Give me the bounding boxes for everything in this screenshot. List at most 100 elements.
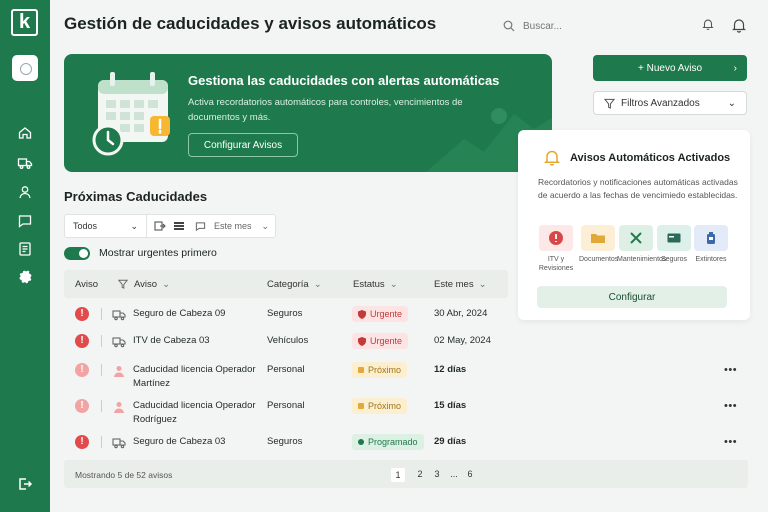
truck-icon[interactable] [17,155,33,171]
app-logo[interactable]: k [11,9,38,36]
row-name: Caducidad licencia Operador [133,400,256,411]
logout-icon[interactable] [17,476,33,492]
category-label: ITV y Revisiones [538,256,574,272]
table-footer: Mostrando 5 de 52 avisos 1 2 3... 6 [64,460,748,488]
row-date: 02 May, 2024 [434,335,491,346]
report-icon[interactable] [17,241,33,257]
header-status[interactable]: Estatus ⌄ [353,270,398,298]
chevron-down-icon: ⌄ [130,220,138,231]
chevron-down-icon: ⌄ [478,278,487,290]
month-filter-value: Este mes [214,221,252,231]
truck-icon [112,335,126,348]
sidebar: k [0,0,50,512]
truck-icon [112,308,126,321]
header-aviso[interactable]: Aviso [75,270,98,298]
configure-button[interactable]: Configurar [537,286,727,308]
hero-title: Gestiona las caducidades con alertas aut… [188,73,500,88]
search-input[interactable] [523,20,673,32]
row-name: Seguro de Cabeza 03 [133,436,226,447]
status-filter-select[interactable]: Todos ⌄ [65,215,147,237]
advanced-filters-button[interactable]: Filtros Avanzados ⌄ [593,91,747,115]
filter-icon [604,98,615,109]
calendar-clock-icon [92,72,170,156]
page-2[interactable]: 2 [413,469,427,479]
new-alert-label: + Nuevo Aviso [637,62,703,74]
page-title: Gestión de caducidades y avisos automáti… [64,14,437,33]
category-label: Mantenimientos [617,256,667,263]
chevron-right-icon: › [733,62,737,74]
home-icon[interactable] [17,125,33,141]
alert-icon: ! [75,363,89,377]
row-category: Personal [267,364,305,375]
filter-icon [118,279,128,289]
row-name: ITV de Cabeza 03 [133,335,210,346]
bell-icon[interactable] [701,17,717,33]
category-card[interactable]: Seguros [655,225,693,264]
page-6[interactable]: 6 [463,469,477,479]
search-icon [503,20,515,32]
header-category[interactable]: Categoría ⌄ [267,270,322,298]
chevron-down-icon: ⌄ [162,278,171,290]
header-date[interactable]: Este mes ⌄ [434,270,487,298]
row-date: 30 Abr, 2024 [434,308,488,319]
page-1[interactable]: 1 [391,468,405,482]
category-extinguisher[interactable]: Extintores [692,225,730,264]
divider [101,335,102,347]
row-category: Seguros [267,308,303,319]
divider [101,400,102,412]
row-name: Caducidad licencia Operador [133,364,256,375]
auto-alerts-title: Avisos Automáticos Activados [570,152,731,164]
row-name-line2: Martínez [133,378,170,389]
section-title: Próximas Caducidades [64,189,208,204]
export-icon[interactable] [154,220,166,232]
divider [101,308,102,320]
folder-icon [581,225,615,251]
advanced-filters-label: Filtros Avanzados [621,97,700,109]
category-label: Documentos [579,256,619,263]
chat-icon[interactable] [17,213,33,229]
truck-icon [112,436,126,449]
category-alert-circle[interactable]: ITV y Revisiones [537,225,575,273]
grid-view-icon[interactable] [173,220,185,232]
chevron-down-icon: ⌄ [389,278,398,290]
sidebar-avatar[interactable] [12,55,38,81]
card-icon [657,225,691,251]
user-icon [112,400,126,413]
table-toolbar: Todos ⌄ Este mes ⌄ [64,214,276,238]
chevron-down-icon: ⌄ [727,97,736,109]
notification-bell-icon[interactable] [731,17,747,33]
status-badge: Próximo [352,398,408,414]
category-label: Extintores [695,256,727,263]
pagination-summary: Mostrando 5 de 52 avisos [75,470,173,480]
month-filter[interactable]: Este mes ⌄ [195,221,269,232]
status-badge: Programado [352,434,424,450]
category-folder[interactable]: Documentos [579,225,619,264]
user-icon[interactable] [17,184,33,200]
more-options-icon[interactable]: ••• [724,400,737,412]
status-badge: Próximo [352,362,408,378]
more-options-icon[interactable]: ••• [724,436,737,448]
page-3[interactable]: 3 [430,469,444,479]
divider [101,364,102,376]
alert-icon: ! [75,334,89,348]
status-badge: Urgente [352,333,409,349]
alert-icon: ! [75,307,89,321]
bell-icon [543,150,561,166]
row-date: 15 días [434,400,467,411]
new-alert-button[interactable]: + Nuevo Aviso › [593,55,747,81]
divider [101,436,102,448]
urgent-first-toggle[interactable] [64,247,90,260]
urgent-first-label: Mostrar urgentes primero [99,247,217,259]
configure-alerts-button[interactable]: Configurar Avisos [188,133,298,157]
row-name: Seguro de Cabeza 09 [133,308,226,319]
search-box[interactable] [503,15,683,37]
header-aviso-sort[interactable]: Aviso ⌄ [118,270,170,298]
auto-alerts-card: Avisos Automáticos Activados Recordatori… [518,130,750,320]
row-category: Vehículos [267,335,309,346]
chat-icon [195,221,206,231]
category-tools[interactable]: Mantenimientos [617,225,667,264]
more-options-icon[interactable]: ••• [724,364,737,376]
alert-icon: ! [75,399,89,413]
row-category: Personal [267,400,305,411]
gear-icon[interactable] [17,268,33,284]
